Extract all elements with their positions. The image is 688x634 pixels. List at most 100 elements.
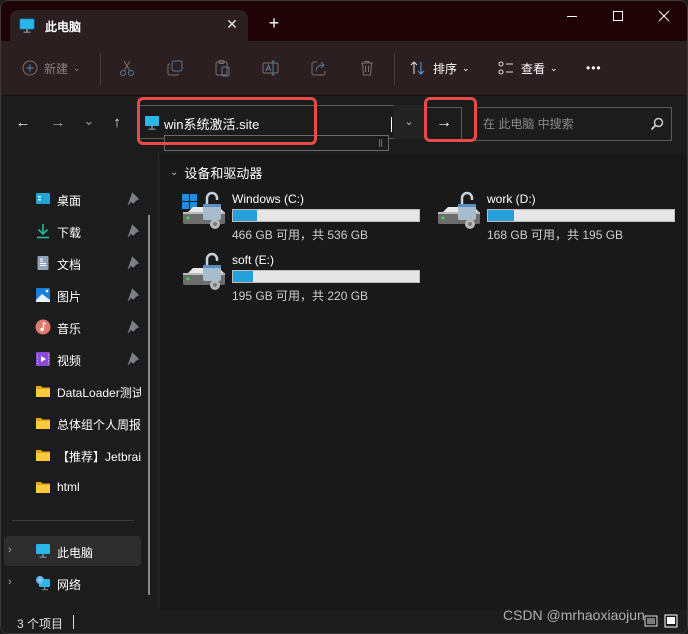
drive-item-e[interactable]: soft (E:) 195 GB 可用，共 220 GB [181, 251, 431, 307]
rename-button[interactable] [262, 56, 280, 80]
share-button[interactable] [310, 56, 328, 80]
drive-item-d[interactable]: work (D:) 168 GB 可用，共 195 GB [436, 190, 686, 246]
chevron-right-icon[interactable]: › [8, 544, 12, 556]
sidebar-item-pictures[interactable]: 图片 [9, 280, 141, 310]
minimize-button[interactable] [549, 5, 595, 29]
music-icon [35, 319, 51, 335]
command-bar: 新建 ⌄ [1, 41, 687, 96]
back-button[interactable]: ← [13, 111, 33, 135]
drive-space-info: 168 GB 可用，共 195 GB [487, 228, 624, 242]
videos-icon [36, 352, 50, 366]
sidebar-label: html [57, 480, 80, 494]
view-icon [498, 61, 513, 75]
close-icon [658, 10, 670, 22]
autocomplete-dropdown[interactable]: ⣿ [164, 135, 389, 151]
new-tab-button[interactable]: + [266, 14, 282, 32]
go-button[interactable]: → [426, 107, 462, 141]
status-bar: 3 个项目 [1, 609, 687, 633]
new-label: 新建 [44, 61, 69, 76]
cut-icon [120, 60, 134, 76]
delete-button[interactable] [358, 56, 376, 80]
pin-icon[interactable] [127, 288, 139, 302]
sidebar-item-this-pc[interactable]: › 此电脑 [4, 536, 141, 566]
pin-icon[interactable] [127, 352, 139, 366]
pin-icon[interactable] [127, 224, 139, 238]
up-button[interactable]: ↑ [107, 111, 127, 135]
chevron-right-icon[interactable]: › [8, 576, 12, 588]
drive-usage-bar [232, 270, 420, 283]
sidebar-item-downloads[interactable]: 下载 [9, 216, 141, 246]
sidebar-item-network[interactable]: › 网络 [4, 568, 141, 598]
paste-button[interactable] [214, 56, 232, 80]
pin-icon[interactable] [127, 256, 139, 270]
sidebar-divider [12, 520, 134, 521]
maximize-button[interactable] [595, 5, 641, 29]
sidebar-item-documents[interactable]: 文档 [9, 248, 141, 278]
search-box[interactable] [474, 107, 672, 141]
sidebar-item-desktop[interactable]: 桌面 [9, 184, 141, 214]
title-bar: 此电脑 ✕ + [1, 1, 687, 42]
copy-button[interactable] [166, 56, 184, 80]
sidebar-item-videos[interactable]: 视频 [9, 344, 141, 374]
sidebar-item-folder[interactable]: 总体组个人周报 [9, 408, 141, 438]
file-explorer-window: 此电脑 ✕ + 新建 ⌄ 排序 ⌄ 查看 ⌄ ••• ← → ⌄ ↑ win系统… [0, 0, 688, 634]
item-count: 3 个项目 [17, 617, 64, 631]
sidebar-label: 网络 [57, 578, 82, 592]
sidebar-item-music[interactable]: 音乐 [9, 312, 141, 342]
drive-usage-bar [232, 209, 420, 222]
chevron-down-icon: ⌄ [550, 62, 558, 73]
search-input[interactable] [483, 114, 643, 134]
view-button[interactable]: 查看 ⌄ [497, 56, 558, 80]
tab-this-pc[interactable]: 此电脑 ✕ [10, 10, 248, 42]
delete-icon [361, 61, 373, 76]
more-button[interactable]: ••• [586, 56, 602, 80]
drive-icon [183, 252, 225, 290]
search-icon [650, 117, 664, 131]
drive-space-info: 195 GB 可用，共 220 GB [232, 289, 369, 303]
navigation-bar: ← → ⌄ ↑ ⣿ ⌄ → [1, 97, 687, 153]
desktop-icon [36, 193, 50, 204]
drive-item-c[interactable]: Windows (C:) 466 GB 可用，共 536 GB [181, 190, 431, 246]
pin-icon[interactable] [127, 192, 139, 206]
sidebar-item-folder[interactable]: 【推荐】Jetbrains [9, 440, 141, 470]
sort-button[interactable]: 排序 ⌄ [409, 56, 470, 80]
new-button[interactable]: 新建 ⌄ [22, 56, 81, 80]
group-header-devices[interactable]: ⌄ 设备和驱动器 [170, 163, 262, 182]
download-icon [37, 224, 49, 239]
sort-icon [410, 61, 425, 75]
sidebar-label: 【推荐】Jetbrains [57, 450, 141, 464]
sidebar-item-folder[interactable]: DataLoader测试 [9, 376, 141, 406]
address-history-button[interactable]: ⌄ [394, 105, 424, 139]
sidebar-label: 此电脑 [57, 546, 94, 560]
drive-space-info: 466 GB 可用，共 536 GB [232, 228, 369, 242]
status-divider [73, 615, 74, 629]
address-bar[interactable] [138, 105, 421, 139]
drive-name: work (D:) [487, 192, 536, 206]
resize-grip-icon[interactable]: ⣿ [378, 140, 386, 148]
sidebar-item-folder[interactable]: html [9, 472, 141, 502]
cut-button[interactable] [118, 56, 136, 80]
maximize-icon [613, 11, 623, 21]
chevron-down-icon: ⌄ [73, 62, 81, 73]
folder-icon [36, 482, 50, 493]
address-input[interactable] [164, 112, 394, 134]
minimize-icon [567, 16, 577, 17]
close-window-button[interactable] [641, 5, 687, 29]
close-tab-icon[interactable]: ✕ [224, 16, 240, 32]
tiles-view-icon[interactable] [664, 614, 678, 628]
details-view-icon[interactable] [644, 614, 658, 628]
recent-locations-button[interactable]: ⌄ [79, 111, 99, 135]
drive-usage-fill [488, 210, 515, 221]
navigation-pane: 桌面 下载 文档 图片 音乐 视频 DataLoader测试 总体组个人周报 【… [1, 153, 159, 609]
forward-button[interactable]: → [48, 111, 68, 135]
chevron-down-icon: ⌄ [462, 62, 470, 73]
paste-icon [215, 60, 230, 77]
toolbar-divider [100, 53, 101, 85]
pin-icon[interactable] [127, 320, 139, 334]
content-pane: ⌄ 设备和驱动器 Windows (C:) 466 GB 可用，共 536 GB [160, 153, 687, 609]
sidebar-scrollbar[interactable] [148, 215, 150, 595]
toolbar-divider [394, 53, 395, 85]
this-pc-icon [145, 116, 159, 130]
sort-label: 排序 [433, 61, 458, 76]
sidebar-label: 总体组个人周报 [57, 418, 141, 432]
